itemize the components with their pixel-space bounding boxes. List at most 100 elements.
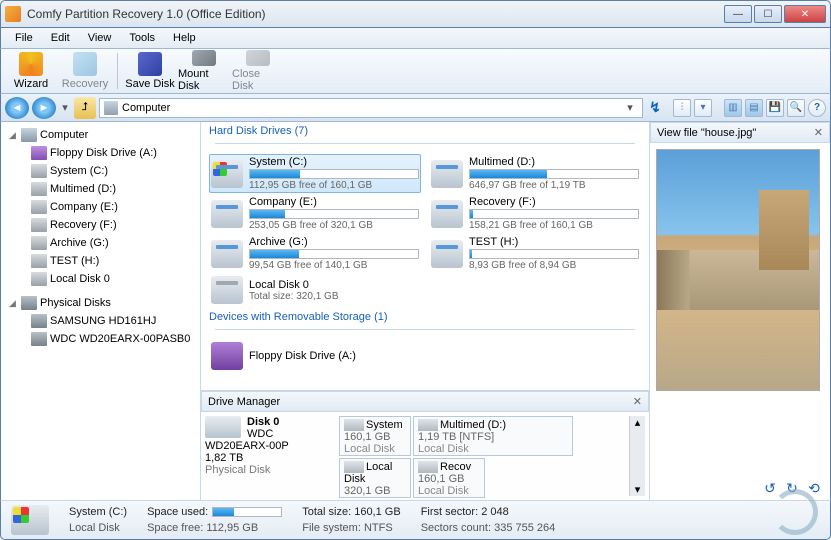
help-button[interactable]: ? <box>808 99 826 117</box>
preview-panel: View file "house.jpg" ✕ ↺ ↻ ⟲ <box>650 122 830 500</box>
tree-drive[interactable]: Recovery (F:) <box>3 216 198 234</box>
status-sectors: First sector: 2 048 Sectors count: 335 7… <box>421 506 556 534</box>
removable-drive-item[interactable]: Floppy Disk Drive (A:) <box>209 340 641 372</box>
layout-tree-button[interactable]: ▥ <box>724 99 742 117</box>
collapse-icon[interactable]: ◢ <box>7 130 18 141</box>
tree-drive[interactable]: Company (E:) <box>3 198 198 216</box>
space-used-bar <box>212 507 282 517</box>
save-layout-button[interactable]: 💾 <box>766 99 784 117</box>
mount-disk-button[interactable]: Mount Disk <box>178 50 230 92</box>
drive-item[interactable]: Archive (G:) 99,54 GB free of 140,1 GB <box>209 234 421 273</box>
label: First sector: <box>421 506 478 518</box>
minimize-button[interactable]: — <box>724 5 752 23</box>
tree-drive[interactable]: System (C:) <box>3 162 198 180</box>
close-button[interactable]: ✕ <box>784 5 826 23</box>
drive-icon <box>211 240 243 268</box>
wizard-button[interactable]: Wizard <box>5 50 57 92</box>
drive-free-text: 99,54 GB free of 140,1 GB <box>249 260 419 271</box>
dm-partition[interactable]: Local Disk 320,1 GB [NT Local Disk <box>339 458 411 498</box>
tree-physical-disk[interactable]: SAMSUNG HD161HJ <box>3 312 198 330</box>
label: Total size: <box>302 506 351 518</box>
section-title: Hard Disk Drives (7) <box>209 125 308 137</box>
status-drive: System (C:) Local Disk <box>69 506 127 534</box>
drive-item[interactable]: Multimed (D:) 646,97 GB free of 1,19 TB <box>429 154 641 193</box>
wizard-label: Wizard <box>14 78 48 90</box>
maximize-button[interactable]: ☐ <box>754 5 782 23</box>
drive-icon <box>211 276 243 304</box>
recovery-icon <box>73 52 97 76</box>
partition-kind: Local Disk <box>344 443 406 455</box>
partition-icon <box>418 461 438 473</box>
value: NTFS <box>364 522 393 534</box>
tree-physical-disks[interactable]: ◢Physical Disks <box>3 294 198 312</box>
recovery-button: Recovery <box>59 50 111 92</box>
view-options-dropdown[interactable]: ▾ <box>694 99 712 117</box>
tree-label: Company (E:) <box>50 201 118 213</box>
address-text: Computer <box>122 102 170 114</box>
tree-drive[interactable]: Floppy Disk Drive (A:) <box>3 144 198 162</box>
collapse-icon[interactable]: ◢ <box>7 298 18 309</box>
disks-icon <box>21 296 37 310</box>
drive-usage-bar <box>469 209 639 219</box>
window-controls: — ☐ ✕ <box>724 5 826 23</box>
dm-disk-info[interactable]: Disk 0 WDC WD20EARX-00P 1,82 TB Physical… <box>205 416 335 496</box>
panel-close-button[interactable]: ✕ <box>633 395 642 408</box>
tree-physical-disk[interactable]: WDC WD20EARX-00PASB0 <box>3 330 198 348</box>
drive-item[interactable]: Recovery (F:) 158,21 GB free of 160,1 GB <box>429 194 641 233</box>
address-dropdown[interactable]: ▾ <box>622 101 638 114</box>
toolbar-separator <box>117 53 118 89</box>
drive-name: Recovery (F:) <box>469 196 639 208</box>
drive-icon <box>431 160 463 188</box>
tree-drive[interactable]: TEST (H:) <box>3 252 198 270</box>
dm-partition[interactable]: Recov 160,1 GB Local Disk <box>413 458 485 498</box>
dm-partition[interactable]: Multimed (D:) 1,19 TB [NTFS] Local Disk <box>413 416 573 456</box>
partition-size: 160,1 GB <box>418 473 480 485</box>
content-pane: Hard Disk Drives (7) System (C:) 112,95 … <box>201 122 650 500</box>
drive-item[interactable]: System (C:) 112,95 GB free of 160,1 GB <box>209 154 421 193</box>
save-disk-button[interactable]: Save Disk <box>124 50 176 92</box>
menu-help[interactable]: Help <box>165 30 204 46</box>
tree-drive[interactable]: Multimed (D:) <box>3 180 198 198</box>
status-space: Space used: Space free: 112,95 GB <box>147 506 282 534</box>
dm-scrollbar[interactable]: ▴▾ <box>629 416 645 496</box>
partition-icon <box>418 419 438 431</box>
nav-forward-button[interactable]: ► <box>32 97 56 119</box>
menu-tools[interactable]: Tools <box>121 30 163 46</box>
search-button[interactable]: 🔍 <box>787 99 805 117</box>
tree-computer[interactable]: ◢Computer <box>3 126 198 144</box>
drive-icon <box>31 236 47 250</box>
status-drive-icon <box>11 505 49 535</box>
dm-partition[interactable]: System 160,1 GB Local Disk <box>339 416 411 456</box>
layout-preview-button[interactable]: ▤ <box>745 99 763 117</box>
drive-item[interactable]: Local Disk 0 Total size: 320,1 GB <box>209 274 421 306</box>
partition-size: 1,19 TB [NTFS] <box>418 431 568 443</box>
nav-up-button[interactable]: ⮥ <box>74 97 96 119</box>
tree-drive[interactable]: Archive (G:) <box>3 234 198 252</box>
address-bar[interactable]: Computer ▾ <box>99 98 643 118</box>
menu-file[interactable]: File <box>7 30 41 46</box>
status-drive-kind: Local Disk <box>69 522 127 534</box>
menu-edit[interactable]: Edit <box>43 30 78 46</box>
drive-item[interactable]: TEST (H:) 8,93 GB free of 8,94 GB <box>429 234 641 273</box>
drive-free-text: 112,95 GB free of 160,1 GB <box>249 180 419 191</box>
drive-item[interactable]: Company (E:) 253,05 GB free of 320,1 GB <box>209 194 421 233</box>
titlebar: Comfy Partition Recovery 1.0 (Office Edi… <box>0 0 831 28</box>
drive-manager-header: Drive Manager ✕ <box>201 391 649 412</box>
preview-close-button[interactable]: ✕ <box>814 126 823 139</box>
partition-icon <box>344 461 364 473</box>
refresh-button[interactable]: ↯ <box>646 99 664 117</box>
tree-drive[interactable]: Local Disk 0 <box>3 270 198 288</box>
tree-label: Floppy Disk Drive (A:) <box>50 147 157 159</box>
drive-name: Floppy Disk Drive (A:) <box>249 350 639 362</box>
tree-label: Local Disk 0 <box>50 273 110 285</box>
navbar: ◄ ► ▾ ⮥ Computer ▾ ↯ ⫶ ▾ ▥ ▤ 💾 🔍 ? <box>0 94 831 122</box>
nav-history-dropdown[interactable]: ▾ <box>59 99 71 117</box>
view-options-button[interactable]: ⫶ <box>673 99 691 117</box>
computer-icon <box>104 101 118 115</box>
partition-icon <box>344 419 364 431</box>
nav-back-button[interactable]: ◄ <box>5 97 29 119</box>
drive-name: TEST (H:) <box>469 236 639 248</box>
rotate-left-button[interactable]: ↺ <box>762 480 778 496</box>
dm-disk-header: Disk 0 <box>247 416 279 428</box>
menu-view[interactable]: View <box>80 30 120 46</box>
